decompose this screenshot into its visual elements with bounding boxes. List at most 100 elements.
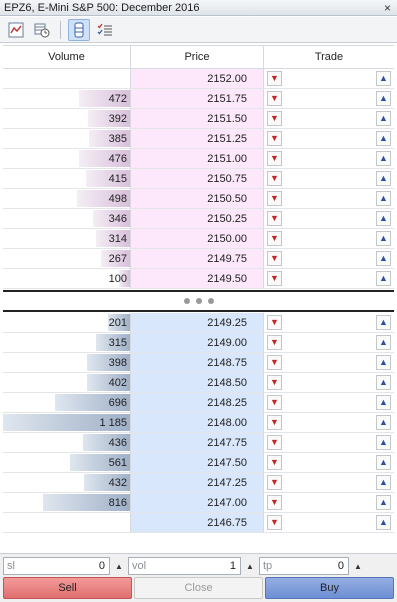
price-cell[interactable]: 2151.75	[131, 89, 264, 108]
buy-arrow-icon[interactable]: ▲	[376, 335, 391, 350]
buy-arrow-icon[interactable]: ▲	[376, 355, 391, 370]
buy-arrow-icon[interactable]: ▲	[376, 415, 391, 430]
sell-arrow-icon[interactable]: ▼	[267, 435, 282, 450]
price-cell[interactable]: 2150.50	[131, 189, 264, 208]
buy-button[interactable]: Buy	[265, 577, 394, 599]
stop-loss-stepper-icon[interactable]: ▲	[114, 557, 124, 575]
sell-arrow-icon[interactable]: ▼	[267, 191, 282, 206]
price-cell[interactable]: 2148.50	[131, 373, 264, 392]
buy-arrow-icon[interactable]: ▲	[376, 455, 391, 470]
sell-arrow-icon[interactable]: ▼	[267, 251, 282, 266]
buy-arrow-icon[interactable]: ▲	[376, 251, 391, 266]
price-cell[interactable]: 2148.25	[131, 393, 264, 412]
buy-arrow-icon[interactable]: ▲	[376, 211, 391, 226]
sell-arrow-icon[interactable]: ▼	[267, 395, 282, 410]
volume-stepper-icon[interactable]: ▲	[245, 557, 255, 575]
price-cell[interactable]: 2149.75	[131, 249, 264, 268]
take-profit-stepper-icon[interactable]: ▲	[353, 557, 363, 575]
price-cell[interactable]: 2151.50	[131, 109, 264, 128]
sell-arrow-icon[interactable]: ▼	[267, 375, 282, 390]
volume-header[interactable]: Volume	[3, 46, 131, 68]
sell-arrow-icon[interactable]: ▼	[267, 171, 282, 186]
buy-arrow-icon[interactable]: ▲	[376, 495, 391, 510]
ask-row: 476 2151.00 ▼ ▲	[3, 149, 394, 169]
trade-cell: ▼ ▲	[264, 413, 394, 432]
buy-arrow-icon[interactable]: ▲	[376, 111, 391, 126]
checklist-icon[interactable]	[94, 19, 116, 41]
ask-row: 2152.00 ▼ ▲	[3, 69, 394, 89]
sell-arrow-icon[interactable]: ▼	[267, 475, 282, 490]
chart-icon[interactable]	[5, 19, 27, 41]
sell-arrow-icon[interactable]: ▼	[267, 231, 282, 246]
sell-arrow-icon[interactable]: ▼	[267, 151, 282, 166]
price-header[interactable]: Price	[131, 46, 264, 68]
sell-arrow-icon[interactable]: ▼	[267, 91, 282, 106]
price-cell[interactable]: 2149.00	[131, 333, 264, 352]
volume-value: 314	[108, 232, 127, 245]
buy-arrow-icon[interactable]: ▲	[376, 435, 391, 450]
buy-arrow-icon[interactable]: ▲	[376, 515, 391, 530]
trade-cell: ▼ ▲	[264, 433, 394, 452]
trade-cell: ▼ ▲	[264, 129, 394, 148]
bid-row: 816 2147.00 ▼ ▲	[3, 493, 394, 513]
sell-arrow-icon[interactable]: ▼	[267, 211, 282, 226]
buy-arrow-icon[interactable]: ▲	[376, 395, 391, 410]
volume-cell: 398	[3, 353, 131, 372]
buy-arrow-icon[interactable]: ▲	[376, 191, 391, 206]
buy-arrow-icon[interactable]: ▲	[376, 71, 391, 86]
trade-cell: ▼ ▲	[264, 229, 394, 248]
sell-arrow-icon[interactable]: ▼	[267, 111, 282, 126]
close-icon[interactable]: ×	[384, 1, 391, 15]
spread-separator[interactable]	[3, 290, 394, 312]
take-profit-field[interactable]: tp 0	[259, 557, 349, 575]
price-cell[interactable]: 2147.50	[131, 453, 264, 472]
volume-field[interactable]: vol 1	[128, 557, 241, 575]
sell-arrow-icon[interactable]: ▼	[267, 335, 282, 350]
buy-arrow-icon[interactable]: ▲	[376, 375, 391, 390]
buy-arrow-icon[interactable]: ▲	[376, 271, 391, 286]
price-cell[interactable]: 2150.75	[131, 169, 264, 188]
sell-button[interactable]: Sell	[3, 577, 132, 599]
sell-arrow-icon[interactable]: ▼	[267, 455, 282, 470]
sell-arrow-icon[interactable]: ▼	[267, 495, 282, 510]
price-cell[interactable]: 2147.25	[131, 473, 264, 492]
sell-arrow-icon[interactable]: ▼	[267, 131, 282, 146]
price-cell[interactable]: 2147.00	[131, 493, 264, 512]
buy-arrow-icon[interactable]: ▲	[376, 131, 391, 146]
buy-arrow-icon[interactable]: ▲	[376, 475, 391, 490]
buy-arrow-icon[interactable]: ▲	[376, 91, 391, 106]
sell-arrow-icon[interactable]: ▼	[267, 355, 282, 370]
stop-loss-field[interactable]: sl 0	[3, 557, 110, 575]
sell-arrow-icon[interactable]: ▼	[267, 515, 282, 530]
buy-arrow-icon[interactable]: ▲	[376, 231, 391, 246]
trade-header[interactable]: Trade	[264, 46, 394, 68]
price-cell[interactable]: 2150.25	[131, 209, 264, 228]
ask-row: 498 2150.50 ▼ ▲	[3, 189, 394, 209]
bid-row: 315 2149.00 ▼ ▲	[3, 333, 394, 353]
price-cell[interactable]: 2150.00	[131, 229, 264, 248]
volume-cell: 267	[3, 249, 131, 268]
separator-dot	[195, 298, 202, 304]
price-cell[interactable]: 2151.25	[131, 129, 264, 148]
buy-arrow-icon[interactable]: ▲	[376, 151, 391, 166]
buy-arrow-icon[interactable]: ▲	[376, 171, 391, 186]
price-cell[interactable]: 2148.00	[131, 413, 264, 432]
toolbar	[0, 17, 397, 43]
sell-arrow-icon[interactable]: ▼	[267, 71, 282, 86]
price-cell[interactable]: 2149.50	[131, 269, 264, 288]
price-cell[interactable]: 2148.75	[131, 353, 264, 372]
price-cell[interactable]: 2146.75	[131, 513, 264, 532]
order-book-icon[interactable]	[68, 18, 90, 41]
price-cell[interactable]: 2149.25	[131, 313, 264, 332]
price-cell[interactable]: 2152.00	[131, 69, 264, 88]
price-cell[interactable]: 2151.00	[131, 149, 264, 168]
sell-arrow-icon[interactable]: ▼	[267, 315, 282, 330]
sell-arrow-icon[interactable]: ▼	[267, 415, 282, 430]
sell-arrow-icon[interactable]: ▼	[267, 271, 282, 286]
buy-arrow-icon[interactable]: ▲	[376, 315, 391, 330]
price-cell[interactable]: 2147.75	[131, 433, 264, 452]
close-position-button[interactable]: Close	[134, 577, 263, 599]
ask-row: 415 2150.75 ▼ ▲	[3, 169, 394, 189]
volume-cell: 476	[3, 149, 131, 168]
table-clock-icon[interactable]	[31, 19, 53, 41]
